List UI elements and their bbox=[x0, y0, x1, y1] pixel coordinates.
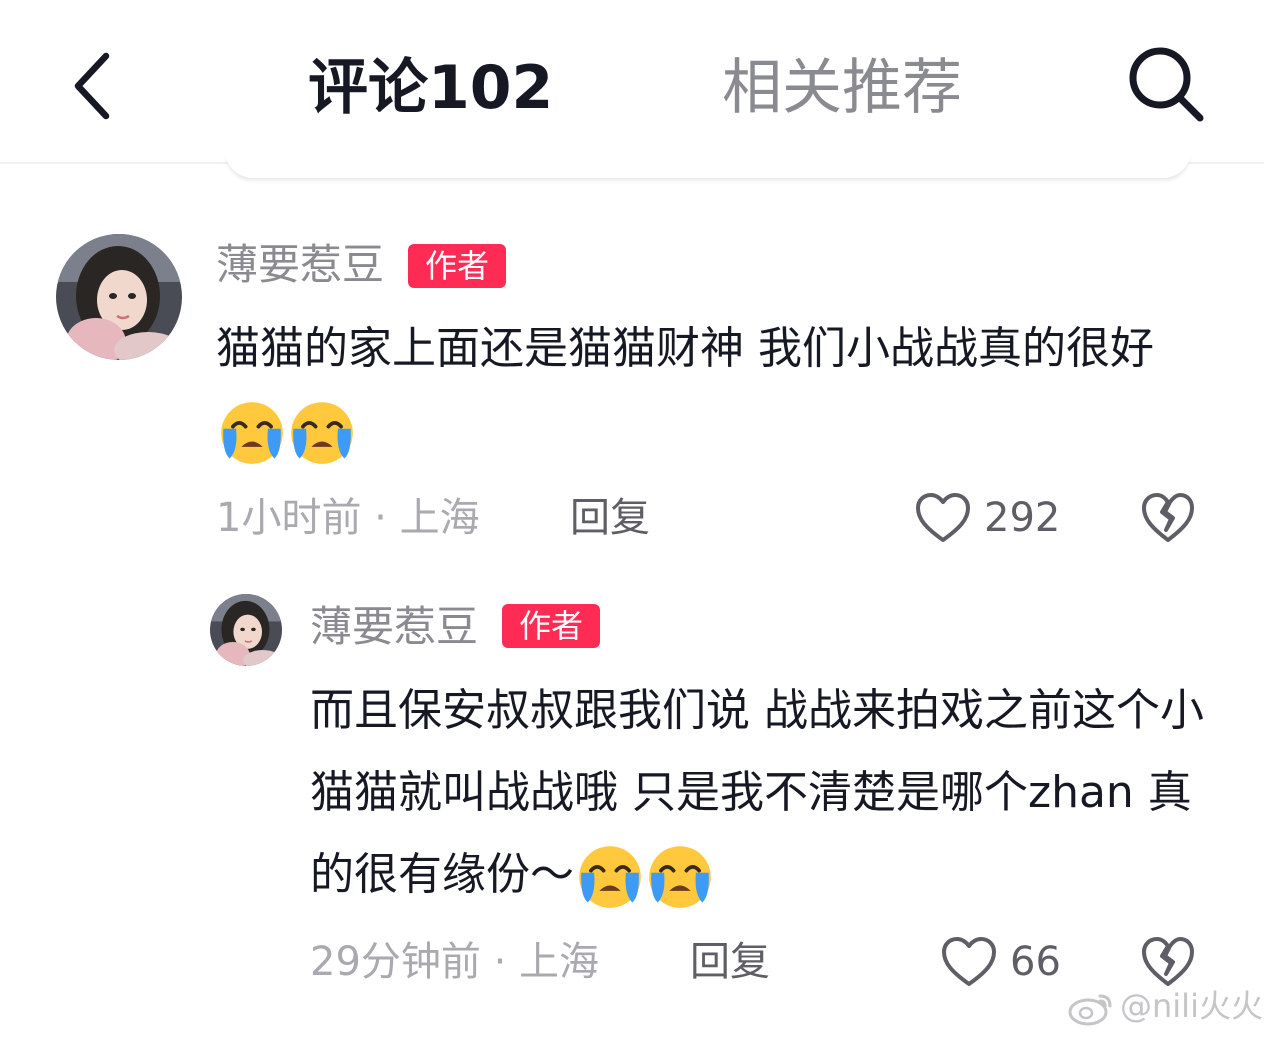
broken-heart-icon[interactable] bbox=[1140, 492, 1196, 544]
like-count: 66 bbox=[1010, 939, 1061, 985]
comment-text: 猫猫的家上面还是猫猫财神 我们小战战真的很好 bbox=[216, 323, 1154, 374]
tab-related[interactable]: 相关推荐 bbox=[722, 50, 962, 126]
tab-comments[interactable]: 评论102 bbox=[308, 50, 553, 126]
comment-text-container: 而且保安叔叔跟我们说 战战来拍戏之前这个小猫猫就叫战战哦 只是我不清楚是哪个zh… bbox=[310, 670, 1220, 916]
avatar-image bbox=[210, 594, 282, 666]
reply-button[interactable]: 回复 bbox=[570, 494, 650, 542]
comment-text: 而且保安叔叔跟我们说 战战来拍戏之前这个小猫猫就叫战战哦 只是我不清楚是哪个zh… bbox=[310, 685, 1204, 900]
weibo-logo-icon bbox=[1068, 994, 1112, 1026]
broken-heart-icon[interactable] bbox=[1140, 936, 1196, 988]
loudly-crying-face-icon bbox=[649, 846, 711, 908]
avatar[interactable] bbox=[210, 594, 282, 666]
search-button[interactable] bbox=[1124, 42, 1208, 126]
avatar[interactable] bbox=[56, 234, 182, 360]
comment-username[interactable]: 薄要惹豆 bbox=[216, 240, 384, 290]
back-button[interactable] bbox=[60, 44, 130, 124]
comment-text-container: 猫猫的家上面还是猫猫财神 我们小战战真的很好 bbox=[216, 308, 1196, 472]
chevron-left-icon bbox=[74, 52, 110, 120]
loudly-crying-face-icon bbox=[579, 846, 641, 908]
watermark-text: @nili火火 bbox=[1120, 987, 1263, 1025]
author-badge: 作者 bbox=[502, 604, 600, 648]
comment-username[interactable]: 薄要惹豆 bbox=[310, 602, 478, 652]
search-icon bbox=[1129, 47, 1204, 122]
comment-time-location: 29分钟前 · 上海 bbox=[310, 939, 600, 985]
watermark: @nili火火 bbox=[1068, 982, 1263, 1030]
like-count: 292 bbox=[984, 495, 1061, 541]
loudly-crying-face-icon bbox=[221, 402, 283, 464]
heart-icon[interactable] bbox=[914, 492, 972, 544]
author-badge: 作者 bbox=[408, 244, 506, 288]
comment-sheet-edge bbox=[225, 150, 1191, 178]
reply-button[interactable]: 回复 bbox=[690, 938, 770, 986]
avatar-image bbox=[56, 234, 182, 360]
top-bar: 评论102 相关推荐 bbox=[0, 0, 1264, 164]
heart-icon[interactable] bbox=[940, 936, 998, 988]
comment-time-location: 1小时前 · 上海 bbox=[216, 495, 480, 541]
loudly-crying-face-icon bbox=[291, 402, 353, 464]
